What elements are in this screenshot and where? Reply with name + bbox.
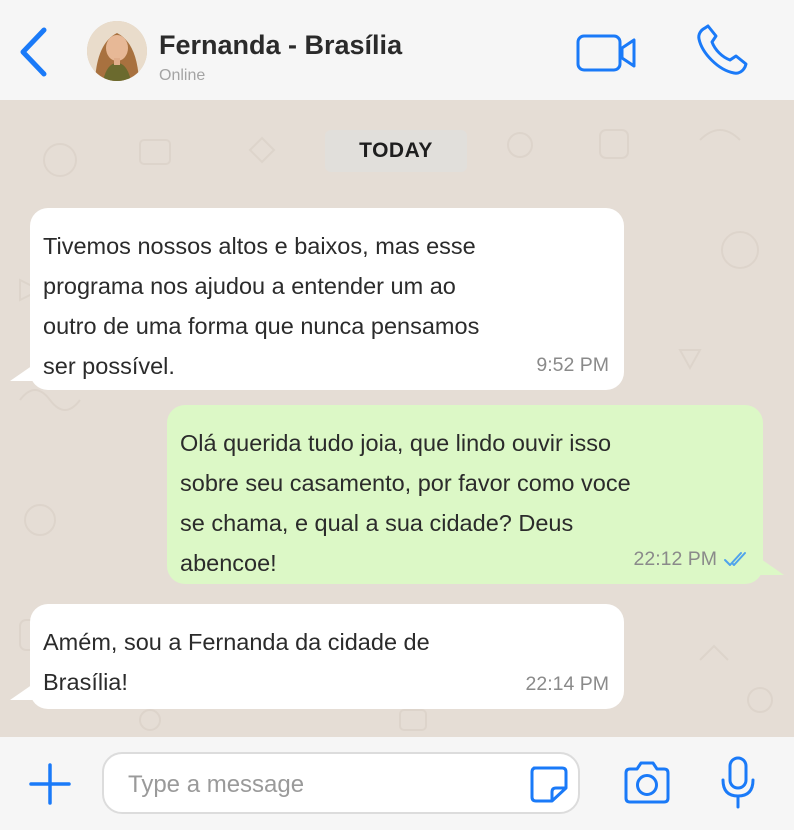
incoming-message[interactable]: Amém, sou a Fernanda da cidade de Brasíl… <box>30 604 624 709</box>
contact-name[interactable]: Fernanda - Brasília <box>159 30 402 61</box>
chevron-left-icon <box>20 27 47 77</box>
video-camera-icon <box>576 34 636 72</box>
message-time: 22:14 PM <box>525 673 609 695</box>
contact-status: Online <box>159 67 206 84</box>
phone-icon <box>697 24 748 75</box>
camera-icon <box>624 761 670 804</box>
microphone-button[interactable] <box>718 755 758 811</box>
avatar-image <box>87 21 147 81</box>
message-text: Tivemos nossos altos e baixos, mas esse … <box>43 233 480 379</box>
back-button[interactable] <box>14 26 54 78</box>
message-time: 22:12 PM <box>633 548 717 570</box>
chat-app: Fernanda - Brasília Online TODAY Tivemos… <box>0 0 794 830</box>
outgoing-message[interactable]: Olá querida tudo joia, que lindo ouvir i… <box>167 405 763 584</box>
message-time: 9:52 PM <box>536 354 609 376</box>
date-divider: TODAY <box>325 130 467 172</box>
plus-icon <box>29 763 71 805</box>
camera-button[interactable] <box>622 760 672 806</box>
incoming-message[interactable]: Tivemos nossos altos e baixos, mas esse … <box>30 208 624 390</box>
microphone-icon <box>721 756 755 809</box>
message-input[interactable] <box>126 764 510 806</box>
double-check-icon <box>724 552 746 566</box>
attach-button[interactable] <box>28 762 72 806</box>
sticker-button[interactable] <box>528 764 570 804</box>
avatar[interactable] <box>87 21 147 81</box>
sticker-icon <box>530 766 568 803</box>
message-list[interactable]: TODAY Tivemos nossos altos e baixos, mas… <box>0 100 794 737</box>
message-input-wrapper <box>102 752 580 814</box>
message-meta: 22:12 PM <box>634 548 751 570</box>
voice-call-button[interactable] <box>694 22 750 78</box>
chat-header: Fernanda - Brasília Online <box>0 0 794 100</box>
video-call-button[interactable] <box>576 34 638 74</box>
